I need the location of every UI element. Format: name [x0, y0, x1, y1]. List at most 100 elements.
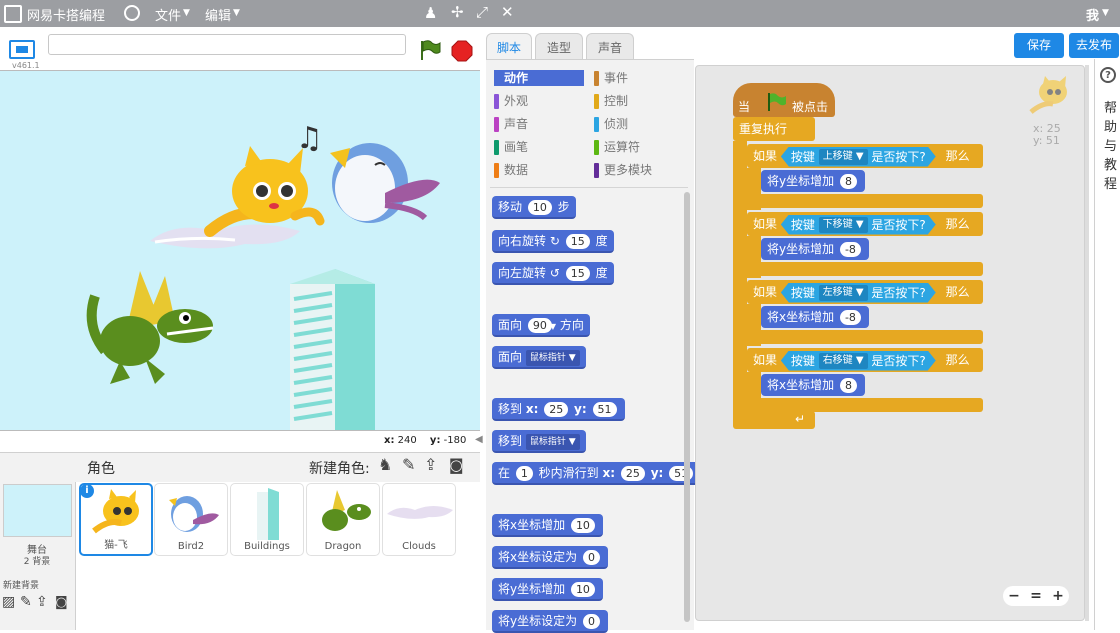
duplicate-stamp-icon[interactable]: ♟	[424, 4, 437, 22]
key-dropdown[interactable]: 右移键 ▼	[819, 353, 868, 369]
change-y-block[interactable]: 将y坐标增加 8	[761, 170, 865, 192]
change-x-block[interactable]: 将x坐标增加 8	[761, 374, 865, 396]
block-input[interactable]: 90	[527, 318, 552, 333]
block-input[interactable]: 15	[565, 234, 590, 249]
category-motion[interactable]: 动作	[494, 70, 584, 86]
script-area-scrollbar[interactable]	[1085, 65, 1089, 621]
block-go-to-xy[interactable]: 移到 x: 25 y: 51	[492, 398, 625, 421]
block-turn-right[interactable]: 向右旋转 ↻ 15 度	[492, 230, 614, 253]
if-block-down[interactable]: 如果 按键 下移键 ▼ 是否按下? 那么	[747, 212, 983, 236]
block-input[interactable]: -8	[839, 310, 861, 325]
block-input[interactable]: -8	[839, 242, 861, 257]
block-input[interactable]: 15	[565, 266, 590, 281]
sprite-from-library-icon[interactable]: ♞	[378, 455, 392, 474]
change-y-block[interactable]: 将y坐标增加 -8	[761, 238, 869, 260]
zoom-reset-icon[interactable]: =	[1025, 586, 1047, 606]
category-more-blocks[interactable]: 更多模块	[594, 162, 684, 178]
upload-backdrop-icon[interactable]: ⇪	[36, 594, 48, 610]
sprite-thumb-buildings[interactable]: Buildings	[230, 483, 304, 556]
shrink-icon[interactable]: ✕	[501, 3, 514, 21]
help-icon[interactable]: ?	[1100, 67, 1116, 83]
palette-scrollbar[interactable]	[684, 192, 690, 622]
block-set-x[interactable]: 将x坐标设定为 0	[492, 546, 608, 569]
block-point-towards[interactable]: 面向 鼠标指针 ▼	[492, 346, 586, 369]
if-block-left[interactable]: 如果 按键 左移键 ▼ 是否按下? 那么	[747, 280, 983, 304]
block-input[interactable]: 10	[527, 200, 552, 215]
block-input[interactable]: 1	[515, 466, 533, 481]
green-flag-icon[interactable]	[418, 38, 442, 62]
zoom-out-icon[interactable]: −	[1003, 586, 1025, 606]
category-control[interactable]: 控制	[594, 93, 684, 109]
help-label[interactable]: 帮助与教程	[1104, 99, 1118, 194]
menu-file[interactable]: 文件	[155, 5, 181, 24]
block-input[interactable]: 0	[582, 614, 600, 629]
collapse-stage-icon[interactable]: ◀	[475, 434, 483, 445]
when-flag-clicked-block[interactable]: 当 被点击	[733, 83, 835, 117]
camera-backdrop-icon[interactable]: ◙	[55, 595, 68, 610]
bird-sprite[interactable]	[325, 133, 445, 233]
category-operators[interactable]: 运算符	[594, 139, 684, 155]
block-input[interactable]: 25	[544, 402, 569, 417]
paint-backdrop-icon[interactable]: ✎	[20, 594, 32, 610]
sprite-thumb-clouds[interactable]: Clouds	[382, 483, 456, 556]
block-input[interactable]: 25	[620, 466, 645, 481]
paint-new-sprite-icon[interactable]: ✎	[402, 455, 415, 474]
sprite-thumb-dragon[interactable]: Dragon	[306, 483, 380, 556]
user-menu[interactable]: 我	[1086, 5, 1099, 24]
key-pressed-sensor[interactable]: 按键 右移键 ▼ 是否按下?	[781, 351, 936, 371]
menu-edit[interactable]: 编辑	[205, 5, 231, 24]
building-sprite[interactable]	[290, 269, 375, 431]
forever-block[interactable]: 重复执行	[733, 117, 815, 141]
block-point-in-direction[interactable]: 面向 90 ▼ 方向	[492, 314, 590, 337]
block-turn-left[interactable]: 向左旋转 ↺ 15 度	[492, 262, 614, 285]
key-pressed-sensor[interactable]: 按键 左移键 ▼ 是否按下?	[781, 283, 936, 303]
stage-thumbnail[interactable]	[3, 484, 72, 537]
block-input[interactable]: 8	[839, 174, 857, 189]
brand-name[interactable]: 网易卡搭编程	[27, 5, 105, 24]
fullscreen-icon[interactable]	[9, 40, 35, 59]
block-input[interactable]: 51	[592, 402, 617, 417]
dragon-sprite[interactable]	[85, 266, 220, 391]
stage-canvas[interactable]: ♫	[0, 70, 480, 431]
script-area[interactable]: x: 25 y: 51 当 被点击 重复执行 ↵ 如果 按键 上移键 ▼ 是否按…	[695, 65, 1085, 621]
backdrop-library-icon[interactable]: ▨	[2, 594, 15, 610]
save-button[interactable]: 保存	[1014, 33, 1064, 58]
category-looks[interactable]: 外观	[494, 93, 584, 109]
key-dropdown[interactable]: 左移键 ▼	[819, 285, 868, 301]
category-data[interactable]: 数据	[494, 162, 584, 178]
block-input[interactable]: 10	[570, 582, 595, 597]
project-title-input[interactable]	[48, 34, 406, 55]
tab-costumes[interactable]: 造型	[535, 33, 583, 59]
block-input[interactable]: 0	[582, 550, 600, 565]
block-input[interactable]: 10	[570, 518, 595, 533]
key-pressed-sensor[interactable]: 按键 上移键 ▼ 是否按下?	[781, 147, 936, 167]
change-x-block[interactable]: 将x坐标增加 -8	[761, 306, 869, 328]
category-events[interactable]: 事件	[594, 70, 684, 86]
logo-icon[interactable]	[4, 5, 22, 23]
zoom-in-icon[interactable]: +	[1047, 586, 1069, 606]
category-sound[interactable]: 声音	[494, 116, 584, 132]
grow-icon[interactable]: ⤢	[476, 3, 488, 21]
key-dropdown[interactable]: 上移键 ▼	[819, 149, 868, 165]
block-change-x[interactable]: 将x坐标增加 10	[492, 514, 603, 537]
publish-button[interactable]: 去发布	[1069, 33, 1119, 58]
camera-sprite-icon[interactable]: ◙	[449, 456, 464, 474]
key-pressed-sensor[interactable]: 按键 下移键 ▼ 是否按下?	[781, 215, 936, 235]
cat-sprite[interactable]	[200, 146, 325, 256]
block-dropdown[interactable]: 鼠标指针 ▼	[525, 349, 580, 366]
globe-icon[interactable]	[124, 5, 140, 21]
block-glide[interactable]: 在 1 秒内滑行到 x: 25 y: 51	[492, 462, 702, 485]
sprite-thumb-bird[interactable]: Bird2	[154, 483, 228, 556]
key-dropdown[interactable]: 下移键 ▼	[819, 217, 868, 233]
stop-icon[interactable]	[451, 40, 473, 62]
category-sensing[interactable]: 侦测	[594, 116, 684, 132]
if-block-up[interactable]: 如果 按键 上移键 ▼ 是否按下? 那么	[747, 144, 983, 168]
sprite-thumb-cat[interactable]: i 猫-飞	[79, 483, 153, 556]
block-go-to[interactable]: 移到 鼠标指针 ▼	[492, 430, 586, 453]
block-dropdown[interactable]: 鼠标指针 ▼	[525, 433, 580, 450]
block-input[interactable]: 8	[839, 378, 857, 393]
cut-icon[interactable]: ✢	[451, 3, 464, 21]
category-pen[interactable]: 画笔	[494, 139, 584, 155]
tab-sounds[interactable]: 声音	[586, 33, 634, 59]
block-move-steps[interactable]: 移动 10 步	[492, 196, 576, 219]
